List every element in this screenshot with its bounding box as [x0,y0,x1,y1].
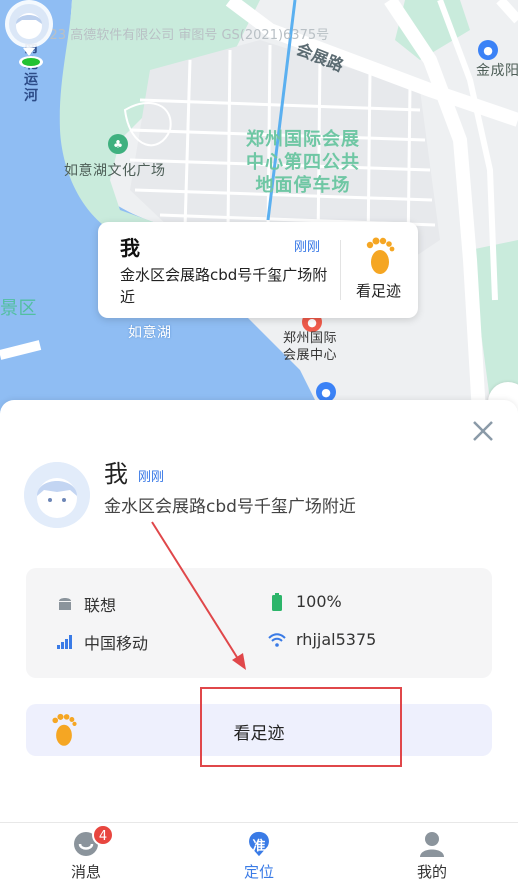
tab-profile[interactable]: 我的 [392,823,472,889]
user-icon [420,832,444,857]
tab-bar: 消息 准 定位 我的 [0,822,518,889]
tab-location-label: 定位 [243,863,274,881]
unread-badge: 4 [92,824,114,846]
tab-messages[interactable]: 消息 [46,823,126,889]
tab-location[interactable]: 准 定位 [219,823,299,889]
tab-profile-label: 我的 [416,863,447,881]
tab-location-icon-text: 准 [252,839,266,854]
tab-messages-label: 消息 [70,863,101,881]
annotation-highlight-box [200,687,402,767]
